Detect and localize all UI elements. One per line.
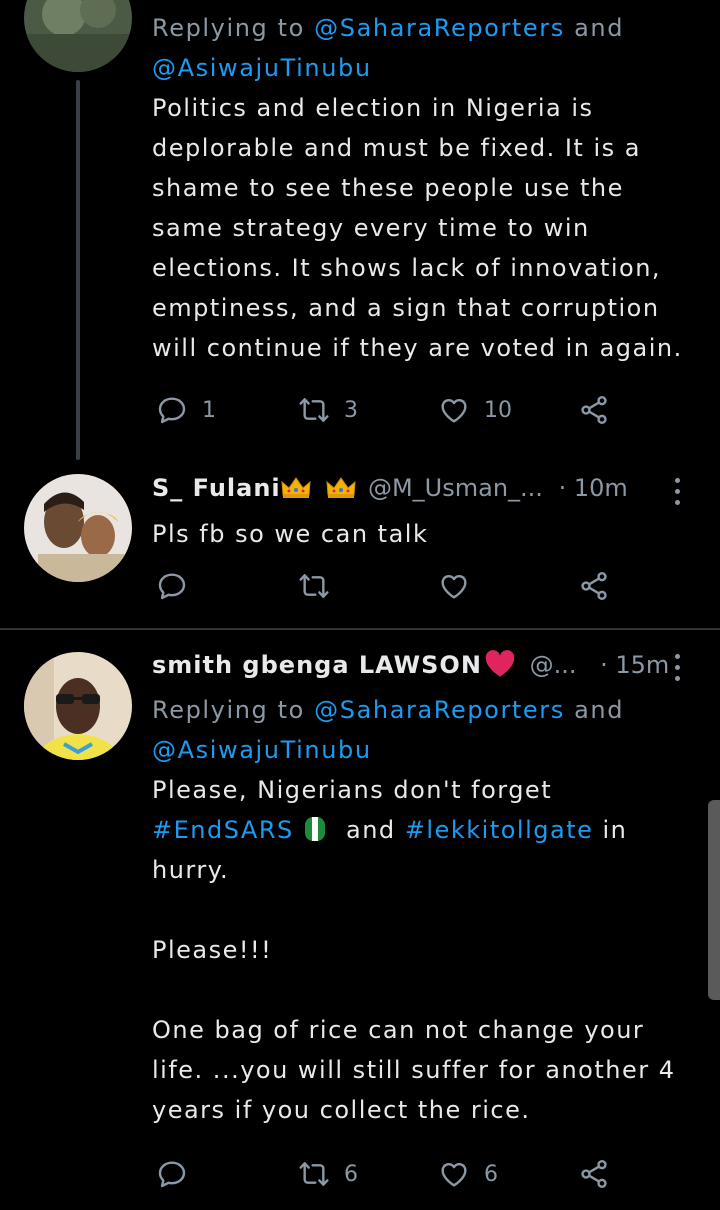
avatar[interactable]: [24, 0, 132, 72]
mention-link[interactable]: @AsiwajuTinubu: [152, 736, 372, 764]
mention-link[interactable]: @SaharaReporters: [314, 696, 565, 724]
flag-emoji: [304, 817, 325, 841]
handle[interactable]: @...: [530, 651, 577, 679]
retweet-count: 6: [344, 1161, 358, 1187]
timestamp[interactable]: · 15m: [600, 651, 669, 679]
display-name[interactable]: S_ Fulani: [152, 474, 281, 502]
reply-icon: [156, 1158, 188, 1190]
share-icon: [578, 1158, 610, 1190]
hashtag-link[interactable]: #EndSARS: [152, 816, 294, 844]
retweet-button[interactable]: 6: [298, 1150, 358, 1198]
like-count: 6: [484, 1161, 498, 1187]
tweet-text: Please, Nigerians don't forget #EndSARS …: [152, 776, 676, 1124]
mention-link[interactable]: @SaharaReporters: [314, 14, 565, 42]
share-icon: [578, 570, 610, 602]
like-button[interactable]: 10: [438, 386, 512, 434]
timestamp[interactable]: · 10m: [559, 474, 628, 502]
tweet-text: Politics and election in Nigeria is depl…: [152, 94, 683, 362]
like-button[interactable]: [438, 562, 470, 610]
avatar[interactable]: [24, 652, 132, 760]
like-button[interactable]: 6: [438, 1150, 498, 1198]
tweet-header: S_ Fulani @M_Usman_... · 10m: [152, 474, 700, 514]
tweet-2[interactable]: S_ Fulani @M_Usman_... · 10m Pls fb so w…: [0, 470, 720, 626]
retweet-icon: [298, 394, 330, 426]
crown-icon: [281, 477, 311, 499]
more-icon[interactable]: [672, 654, 682, 684]
reply-icon: [156, 570, 188, 602]
replying-to: Replying to @SaharaReporters and @Asiwaj…: [152, 696, 625, 764]
retweet-icon: [298, 1158, 330, 1190]
tweet-1[interactable]: Replying to @SaharaReporters and @Asiwaj…: [0, 0, 720, 470]
share-icon: [578, 394, 610, 426]
reply-button[interactable]: 1: [156, 386, 216, 434]
scrollbar[interactable]: [708, 800, 720, 1000]
heart-emoji: [485, 650, 515, 677]
like-icon: [438, 570, 470, 602]
reply-icon: [156, 394, 188, 426]
divider: [0, 628, 720, 630]
tweet-header: smith gbenga LAWSON @... · 15m: [152, 650, 700, 690]
retweet-count: 3: [344, 397, 358, 423]
reply-count: 1: [202, 397, 216, 423]
replying-to: Replying to @SaharaReporters and @Asiwaj…: [152, 14, 625, 82]
reply-button[interactable]: [156, 1150, 188, 1198]
retweet-button[interactable]: [298, 562, 330, 610]
reply-button[interactable]: [156, 562, 188, 610]
thread-line: [76, 80, 80, 460]
like-icon: [438, 394, 470, 426]
display-name[interactable]: smith gbenga LAWSON: [152, 651, 482, 679]
retweet-button[interactable]: 3: [298, 386, 358, 434]
mention-link[interactable]: @AsiwajuTinubu: [152, 54, 372, 82]
retweet-icon: [298, 570, 330, 602]
hashtag-link[interactable]: #lekkitollgate: [405, 816, 594, 844]
like-count: 10: [484, 397, 512, 423]
tweet-3[interactable]: smith gbenga LAWSON @... · 15m Replying …: [0, 632, 720, 1210]
more-icon[interactable]: [672, 478, 682, 508]
like-icon: [438, 1158, 470, 1190]
share-button[interactable]: [578, 1150, 610, 1198]
tweet-text: Pls fb so we can talk: [152, 520, 429, 548]
share-button[interactable]: [578, 562, 610, 610]
handle[interactable]: @M_Usman_...: [368, 474, 543, 502]
crown-icon: [326, 477, 356, 499]
avatar[interactable]: [24, 474, 132, 582]
share-button[interactable]: [578, 386, 610, 434]
